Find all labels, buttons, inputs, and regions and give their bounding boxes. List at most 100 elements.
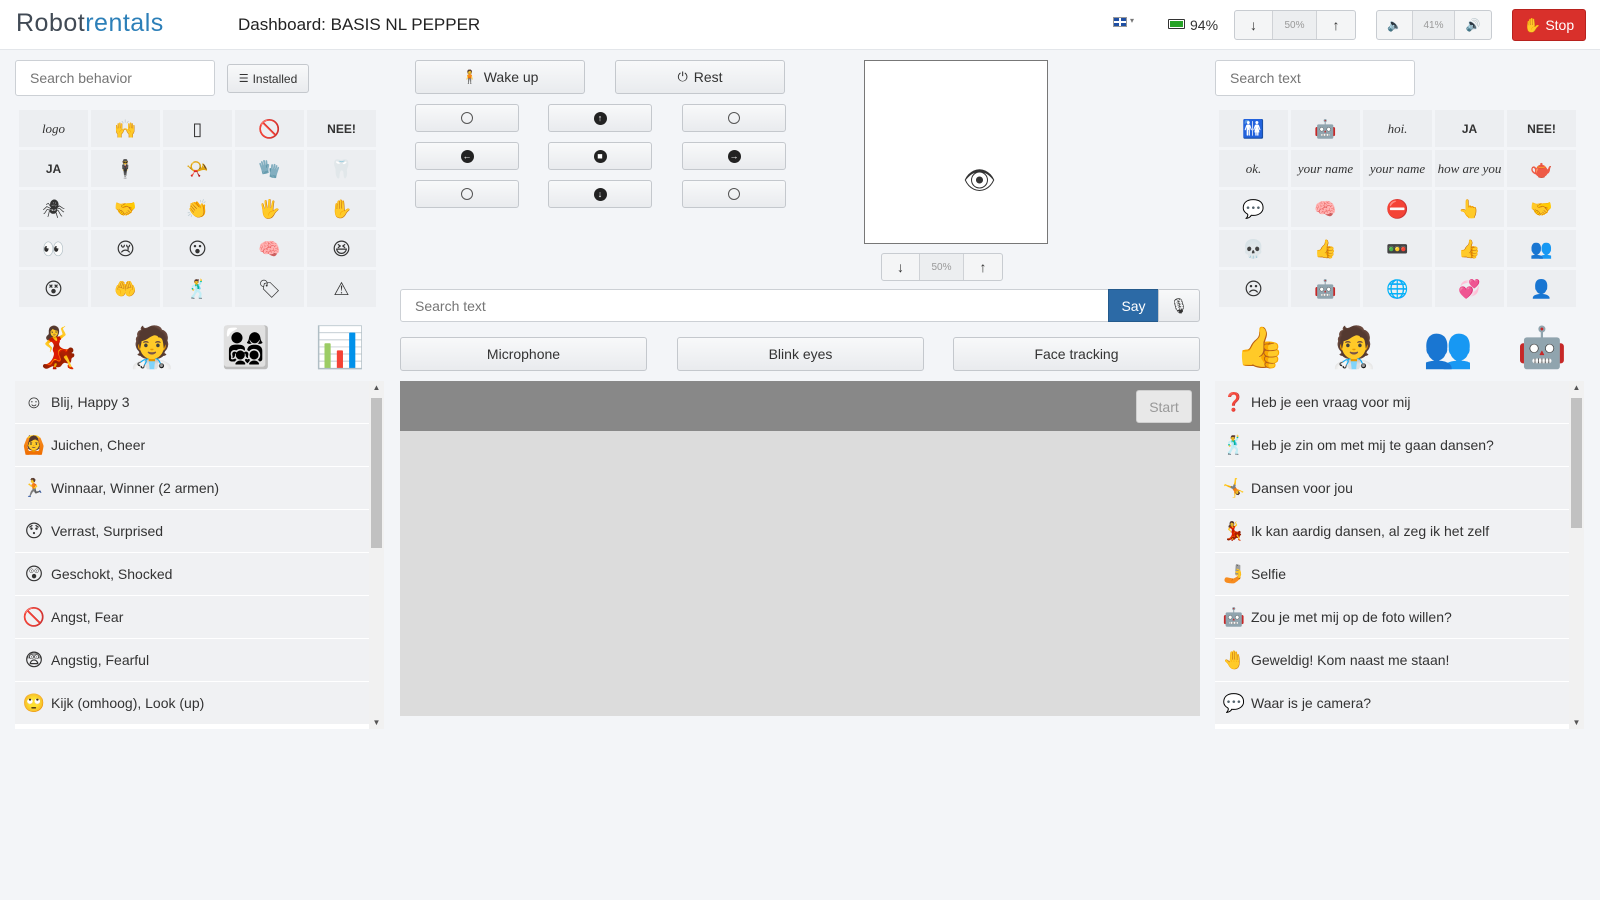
grid-cell[interactable]: ⛔: [1363, 190, 1432, 227]
move-back-left-button[interactable]: [415, 180, 519, 208]
dancing-couple-icon[interactable]: 💃: [30, 319, 86, 375]
list-item[interactable]: ❓ Heb je een vraag voor mij: [1215, 381, 1569, 424]
grid-cell[interactable]: NEE!: [307, 110, 376, 147]
grid-cell[interactable]: ▯: [163, 110, 232, 147]
grid-cell[interactable]: 👍: [1435, 230, 1504, 267]
grid-cell[interactable]: 🕷: [19, 190, 88, 227]
volume-up-button[interactable]: 🔊: [1455, 11, 1491, 39]
grid-cell[interactable]: 👏: [163, 190, 232, 227]
move-forward-right-button[interactable]: [682, 104, 786, 132]
wake-up-button[interactable]: 🧍 Wake up: [415, 60, 585, 94]
installed-filter-button[interactable]: ☰ Installed: [227, 64, 309, 93]
move-forward-button[interactable]: ↑: [548, 104, 652, 132]
grid-cell[interactable]: 💞: [1435, 270, 1504, 307]
eye-icon[interactable]: 👁: [963, 165, 996, 196]
grid-cell[interactable]: 🤝: [91, 190, 160, 227]
faces-icon[interactable]: 👥: [1420, 319, 1476, 375]
rest-button[interactable]: ⏻ Rest: [615, 60, 785, 94]
presentation-icon[interactable]: 📊: [312, 319, 368, 375]
group-people-icon[interactable]: 👨‍👩‍👧‍👦: [218, 319, 274, 375]
grid-cell[interactable]: how are you: [1435, 150, 1504, 187]
microphone-button[interactable]: Microphone: [400, 337, 647, 371]
grid-cell[interactable]: ⚠: [307, 270, 376, 307]
list-item[interactable]: 🏃 Winnaar, Winner (2 armen): [15, 467, 369, 510]
grid-cell[interactable]: 🚻: [1219, 110, 1288, 147]
list-item[interactable]: 🤳 Selfie: [1215, 553, 1569, 596]
grid-cell[interactable]: 🫖: [1507, 150, 1576, 187]
list-item[interactable]: 🙆 Juichen, Cheer: [15, 424, 369, 467]
say-text-input[interactable]: [400, 289, 1109, 322]
list-item[interactable]: 🤚 Geweldig! Kom naast me staan!: [1215, 639, 1569, 682]
text-list-scrollbar[interactable]: ▲ ▼: [1569, 381, 1584, 729]
move-right-button[interactable]: →: [682, 142, 786, 170]
grid-cell[interactable]: 🖐: [235, 190, 304, 227]
grid-cell[interactable]: 👀: [19, 230, 88, 267]
move-back-button[interactable]: ↓: [548, 180, 652, 208]
move-back-right-button[interactable]: [682, 180, 786, 208]
scroll-down-icon[interactable]: ▼: [1569, 718, 1584, 727]
robot-big-icon[interactable]: 🤖: [1514, 319, 1570, 375]
list-item[interactable]: 💃 Ik kan aardig dansen, al zeg ik het zel…: [1215, 510, 1569, 553]
grid-cell[interactable]: 🧤: [235, 150, 304, 187]
grid-cell[interactable]: 🤝: [1507, 190, 1576, 227]
scroll-up-icon[interactable]: ▲: [1569, 383, 1584, 392]
grid-cell[interactable]: 🤖: [1291, 110, 1360, 147]
grid-cell[interactable]: 🧠: [1291, 190, 1360, 227]
thumbs-up-big-icon[interactable]: 👍: [1232, 319, 1288, 375]
scroll-down-icon[interactable]: ▼: [369, 718, 384, 727]
grid-cell[interactable]: 😵: [19, 270, 88, 307]
grid-cell[interactable]: 💬: [1219, 190, 1288, 227]
stop-button[interactable]: ✋ Stop: [1512, 9, 1586, 41]
volume-down-button[interactable]: 🔈: [1377, 11, 1413, 39]
grid-cell[interactable]: 👥: [1507, 230, 1576, 267]
list-item[interactable]: 😲 Geschokt, Shocked: [15, 553, 369, 596]
grid-cell[interactable]: 🧠: [235, 230, 304, 267]
grid-cell[interactable]: 🕺: [163, 270, 232, 307]
grid-cell[interactable]: 😢: [91, 230, 160, 267]
grid-cell[interactable]: 💀: [1219, 230, 1288, 267]
scroll-thumb[interactable]: [371, 398, 382, 548]
dictation-button[interactable]: 🎙: [1158, 289, 1200, 322]
grid-cell[interactable]: 😮: [163, 230, 232, 267]
camera-up-button[interactable]: ↑: [964, 254, 1002, 280]
list-item[interactable]: 💬 Waar is je camera?: [1215, 682, 1569, 725]
behavior-list-scrollbar[interactable]: ▲ ▼: [369, 381, 384, 729]
blink-eyes-button[interactable]: Blink eyes: [677, 337, 924, 371]
grid-cell[interactable]: your name: [1291, 150, 1360, 187]
camera-view[interactable]: 👁: [864, 60, 1048, 244]
language-caret-icon[interactable]: ▾: [1130, 16, 1134, 25]
grid-cell[interactable]: 🙌: [91, 110, 160, 147]
language-flag-icon[interactable]: [1113, 17, 1127, 27]
grid-cell[interactable]: 😆: [307, 230, 376, 267]
list-item[interactable]: 🙄 Kijk (omhoog), Look (up): [15, 682, 369, 725]
grid-cell[interactable]: JA: [19, 150, 88, 187]
grid-cell[interactable]: 👍: [1291, 230, 1360, 267]
grid-cell[interactable]: 📯: [163, 150, 232, 187]
grid-cell[interactable]: 👆: [1435, 190, 1504, 227]
grid-cell[interactable]: hoi.: [1363, 110, 1432, 147]
grid-cell[interactable]: ✋: [307, 190, 376, 227]
grid-cell[interactable]: 🕴: [91, 150, 160, 187]
grid-cell[interactable]: ok.: [1219, 150, 1288, 187]
grid-cell[interactable]: your name: [1363, 150, 1432, 187]
list-item[interactable]: 😨 Angstig, Fearful: [15, 639, 369, 682]
head-up-button[interactable]: ↑: [1317, 11, 1355, 39]
app-logo[interactable]: Robotrentals: [16, 9, 164, 38]
scroll-thumb[interactable]: [1571, 398, 1582, 528]
grid-cell[interactable]: 🌐: [1363, 270, 1432, 307]
start-button[interactable]: Start: [1136, 390, 1192, 423]
say-button[interactable]: Say: [1108, 289, 1159, 322]
grid-cell[interactable]: 🦷: [307, 150, 376, 187]
list-item[interactable]: ☺ Blij, Happy 3: [15, 381, 369, 424]
move-left-button[interactable]: ←: [415, 142, 519, 170]
behavior-search-input[interactable]: [15, 60, 215, 96]
grid-cell[interactable]: 🤖: [1291, 270, 1360, 307]
move-forward-left-button[interactable]: [415, 104, 519, 132]
grid-cell[interactable]: 🏷: [235, 270, 304, 307]
head-down-button[interactable]: ↓: [1235, 11, 1273, 39]
list-item[interactable]: 🤸 Dansen voor jou: [1215, 467, 1569, 510]
list-item[interactable]: 🚫 Angst, Fear: [15, 596, 369, 639]
camera-down-button[interactable]: ↓: [882, 254, 920, 280]
doctor-patient-icon[interactable]: 🧑‍⚕️: [1326, 319, 1382, 375]
doctor-patient-icon[interactable]: 🧑‍⚕️: [124, 319, 180, 375]
